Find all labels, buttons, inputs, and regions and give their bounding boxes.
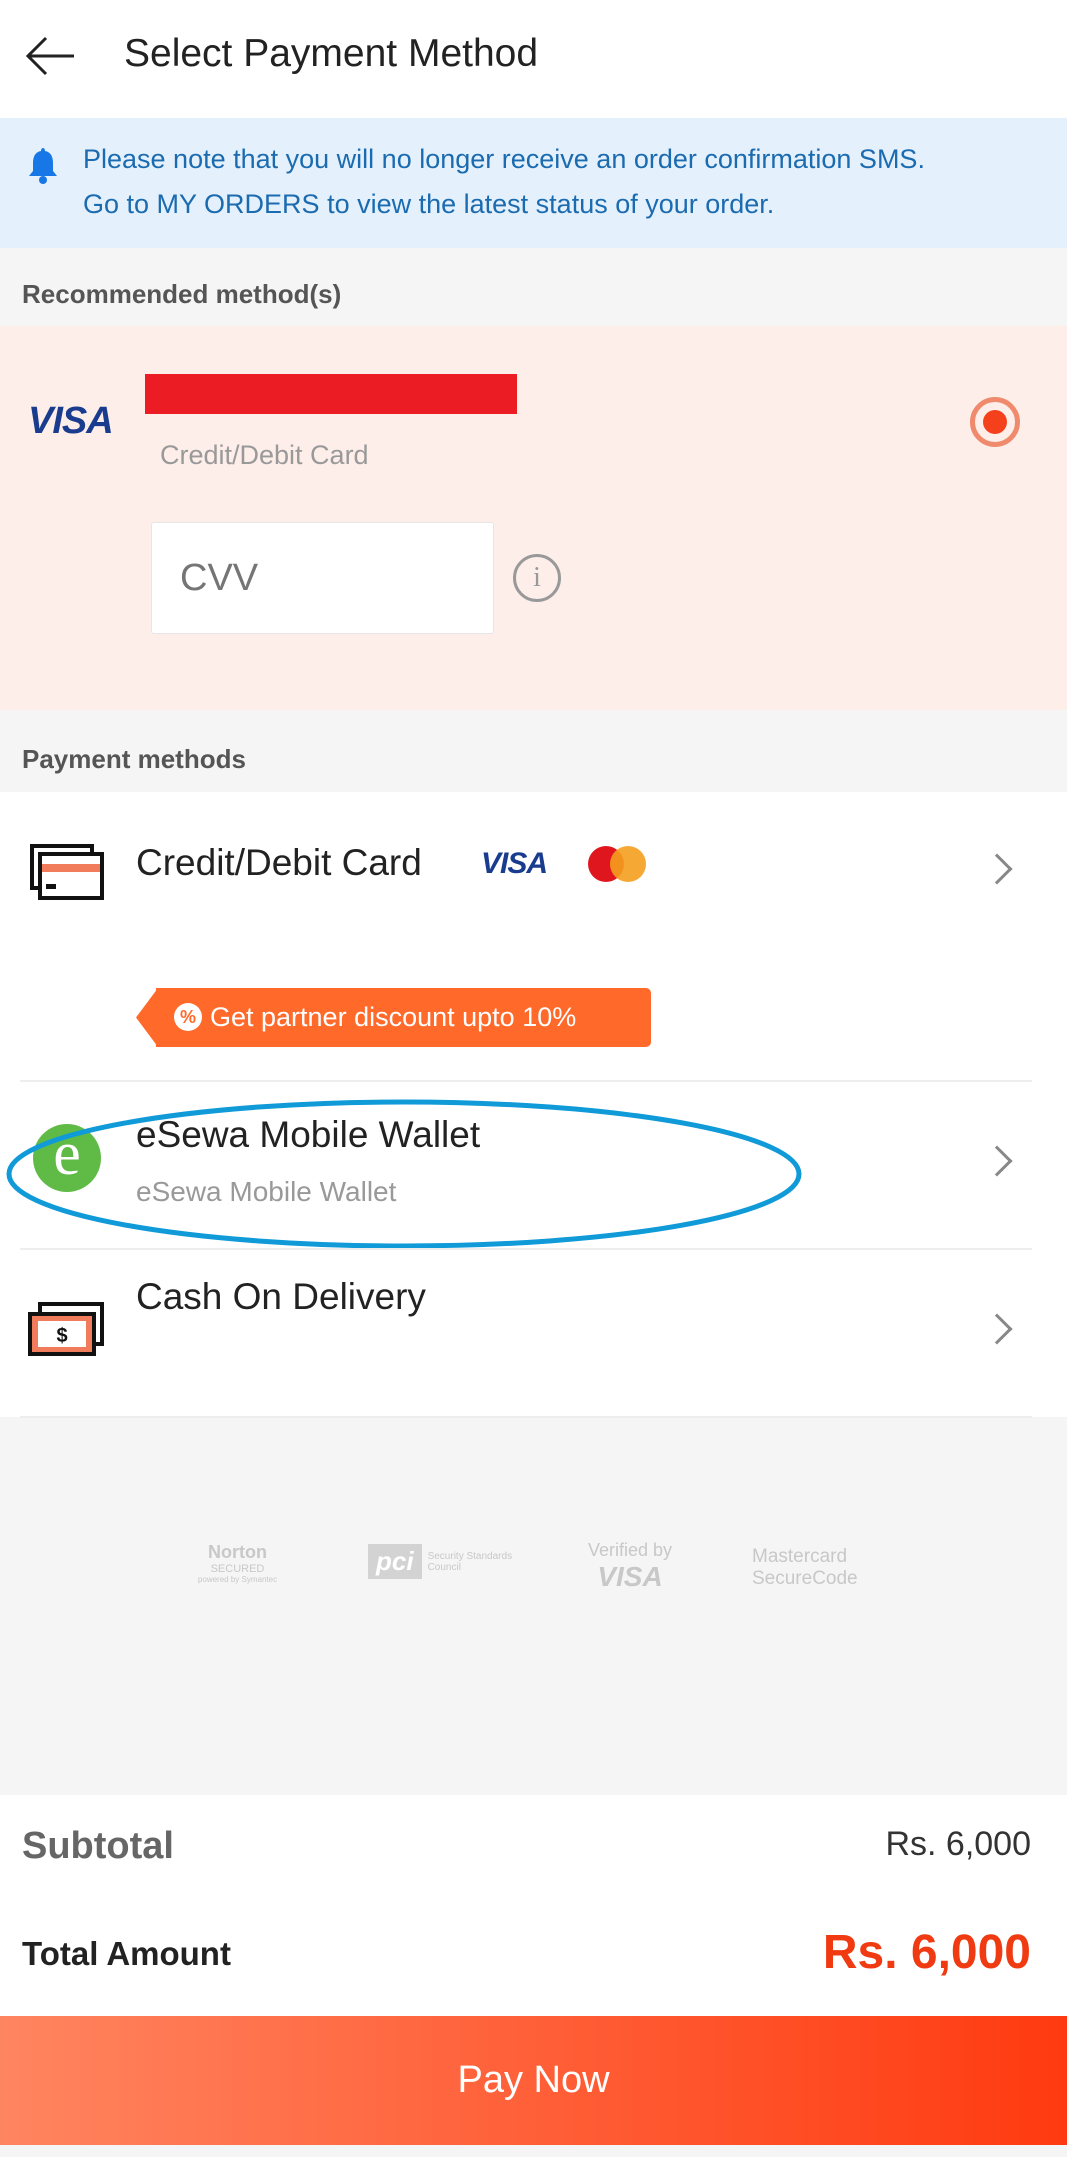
subtotal-label: Subtotal — [22, 1825, 174, 1867]
chevron-right-icon — [981, 853, 1013, 885]
partner-discount-tag: % Get partner discount upto 10% — [136, 988, 651, 1047]
promo-text: Get partner discount upto 10% — [210, 1002, 577, 1032]
discount-badge-icon: % — [174, 1003, 202, 1031]
page-title: Select Payment Method — [124, 32, 539, 75]
visa-logo: VISA — [481, 847, 548, 880]
notice-banner: Please note that you will no longer rece… — [0, 118, 1067, 248]
highlight-annotation-ellipse — [6, 1099, 802, 1249]
total-amount-label: Total Amount — [22, 1935, 231, 1972]
notice-line-2: Go to MY ORDERS to view the latest statu… — [83, 189, 775, 219]
info-icon[interactable]: i — [513, 554, 561, 602]
chevron-right-icon — [981, 1313, 1013, 1345]
method-credit-debit-card[interactable]: Credit/Debit Card VISA % Get partner dis… — [0, 792, 1067, 1080]
security-logos: Norton SECURED powered by Symantec pci Secu… — [0, 1530, 1067, 1620]
method-label: Cash On Delivery — [136, 1276, 426, 1317]
mastercard-securecode-logo: Mastercard SecureCode — [752, 1546, 858, 1589]
cash-icon: $ — [28, 1302, 104, 1356]
method-cash-on-delivery[interactable]: $ Cash On Delivery — [0, 1250, 1067, 1416]
selected-radio[interactable] — [970, 397, 1020, 447]
verified-by-visa-logo: Verified by VISA — [587, 1540, 673, 1592]
order-summary: Subtotal Rs. 6,000 Total Amount Rs. 6,00… — [0, 1795, 1067, 2016]
recommended-heading: Recommended method(s) — [22, 279, 342, 309]
mastercard-logo-icon — [588, 846, 646, 882]
norton-secured-logo: Norton SECURED powered by Symantec — [197, 1542, 278, 1584]
credit-card-icon — [30, 844, 104, 900]
recommended-section-header: Recommended method(s) — [0, 248, 1067, 326]
divider — [20, 1416, 1032, 1418]
pay-now-button[interactable]: Pay Now — [0, 2016, 1067, 2145]
pci-logo: pci Security Standards Council — [368, 1544, 518, 1579]
svg-text:$: $ — [56, 1325, 67, 1347]
bell-icon — [29, 148, 57, 184]
redacted-card-number — [145, 374, 517, 414]
total-amount-value: Rs. 6,000 — [822, 1926, 1031, 1979]
payment-methods-list: Credit/Debit Card VISA % Get partner dis… — [0, 792, 1067, 1418]
subtotal-value: Rs. 6,000 — [885, 1825, 1031, 1863]
payment-methods-heading: Payment methods — [22, 744, 246, 774]
app-header: Select Payment Method — [0, 0, 1067, 118]
visa-logo: VISA — [28, 400, 114, 442]
payment-methods-section-header: Payment methods — [0, 710, 1067, 792]
card-type-label: Credit/Debit Card — [160, 440, 369, 470]
method-label: Credit/Debit Card — [136, 842, 422, 883]
cvv-input[interactable] — [151, 522, 494, 634]
back-arrow-icon[interactable] — [24, 36, 76, 76]
chevron-right-icon — [981, 1145, 1013, 1177]
notice-line-1: Please note that you will no longer rece… — [83, 144, 925, 174]
recommended-card-option[interactable]: VISA Credit/Debit Card i — [0, 326, 1067, 710]
